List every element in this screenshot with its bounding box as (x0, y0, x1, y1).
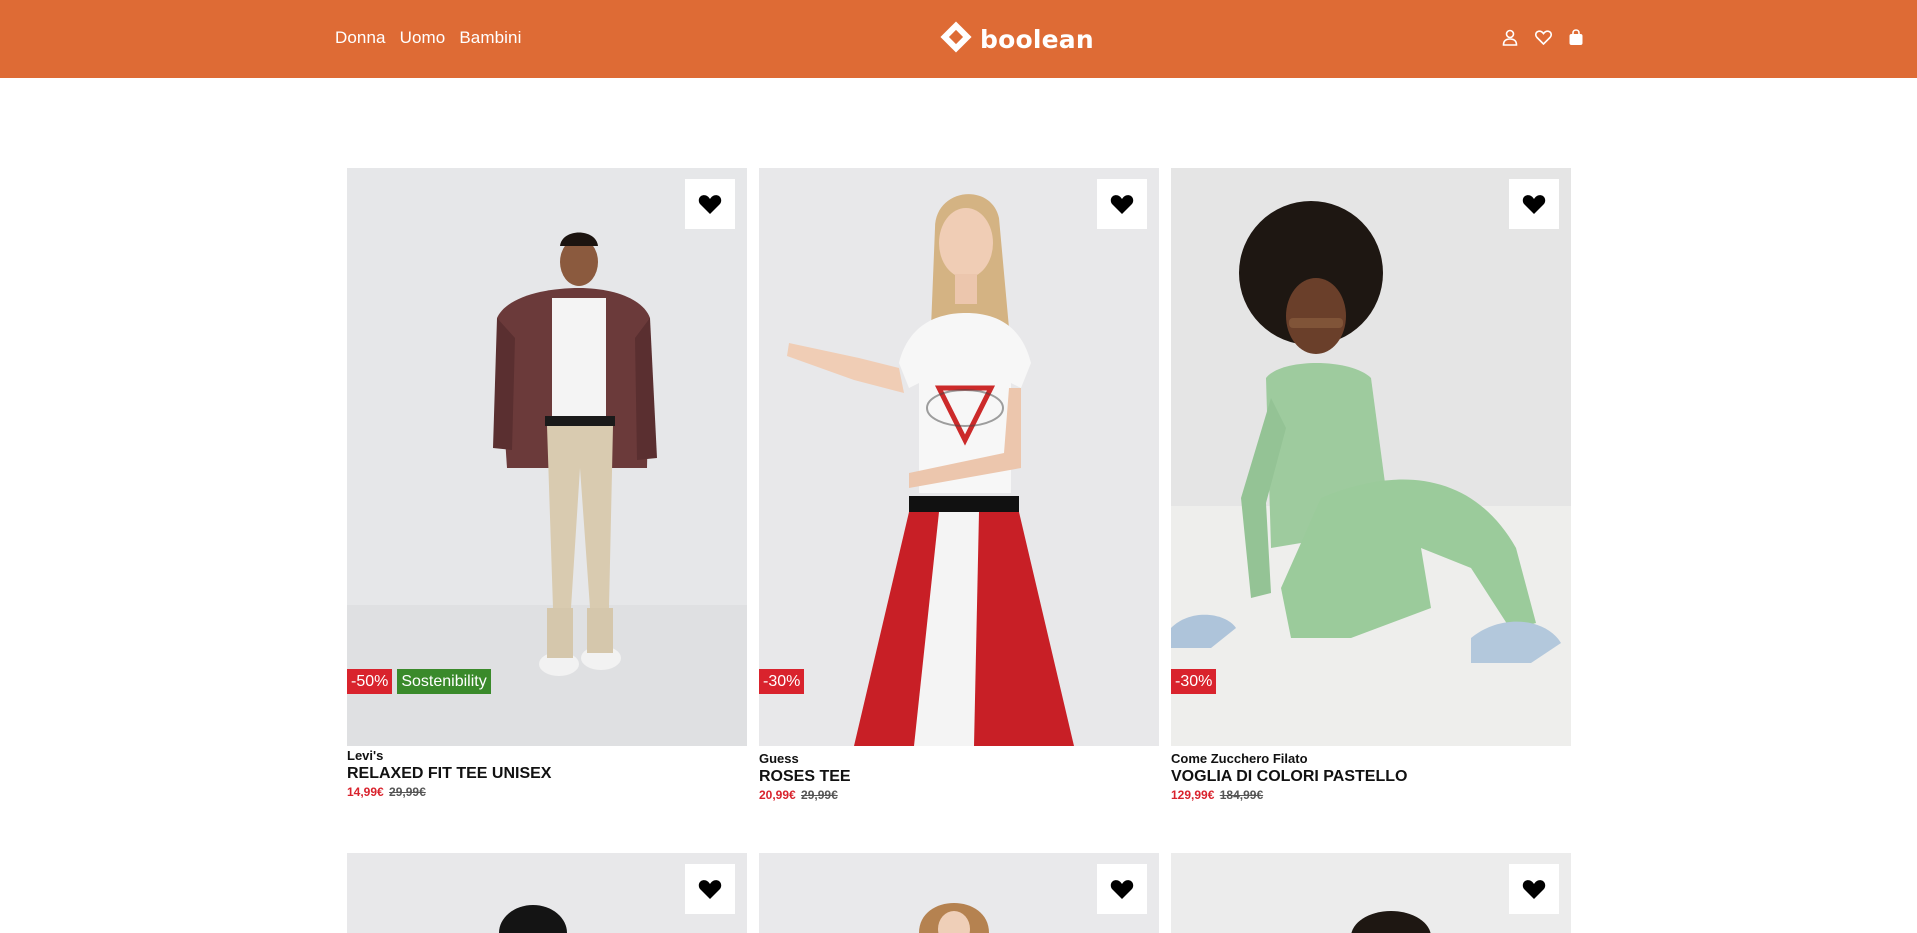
logo-text: boolean (980, 25, 1094, 54)
wishlist-button[interactable] (1097, 864, 1147, 914)
badges: -30% (759, 669, 805, 694)
product-prices: 129,99€ 184,99€ (1171, 787, 1571, 803)
nav-link-uomo[interactable]: Uomo (400, 28, 446, 48)
main-nav: Donna Uomo Bambini (335, 28, 521, 48)
product-brand: Levi's (347, 748, 384, 763)
wishlist-button[interactable] (685, 179, 735, 229)
original-price: 184,99€ (1219, 788, 1264, 802)
sale-price: 14,99€ (347, 785, 384, 799)
heart-icon (698, 879, 722, 899)
sale-price: 129,99€ (1171, 788, 1215, 802)
product-prices: 20,99€ 29,99€ (759, 787, 1159, 803)
product-card[interactable] (759, 853, 1159, 933)
product-image[interactable]: -50% Sostenibility (347, 168, 747, 746)
logo-diamond-icon (940, 21, 972, 58)
wishlist-button[interactable] (1509, 864, 1559, 914)
product-card[interactable]: -50% Sostenibility Levi's RELAXED FIT TE… (347, 168, 747, 800)
discount-badge: -30% (759, 669, 805, 694)
sale-price: 20,99€ (759, 788, 796, 802)
product-prices: 14,99€ 29,99€ (347, 784, 747, 800)
product-card[interactable]: -30% Come Zucchero Filato VOGLIA DI COLO… (1171, 168, 1571, 803)
shopping-bag-icon[interactable] (1567, 28, 1585, 46)
header-actions (1501, 28, 1585, 46)
sustainability-badge: Sostenibility (397, 669, 491, 694)
nav-link-bambini[interactable]: Bambini (459, 28, 521, 48)
discount-badge: -30% (1171, 669, 1217, 694)
original-price: 29,99€ (801, 788, 838, 802)
wishlist-button[interactable] (1509, 179, 1559, 229)
original-price: 29,99€ (389, 785, 426, 799)
product-card[interactable]: -30% Guess ROSES TEE 20,99€ 29,99€ (759, 168, 1159, 803)
site-logo[interactable]: boolean (940, 21, 1094, 58)
heart-icon[interactable] (1534, 28, 1552, 46)
heart-icon (698, 194, 722, 214)
product-card[interactable] (347, 853, 747, 933)
nav-link-donna[interactable]: Donna (335, 28, 386, 48)
heart-icon (1110, 879, 1134, 899)
product-image[interactable]: -30% (1171, 168, 1571, 746)
user-icon[interactable] (1501, 28, 1519, 46)
heart-icon (1522, 879, 1546, 899)
product-name[interactable]: ROSES TEE (759, 767, 1159, 786)
badges: -30% (1171, 669, 1217, 694)
discount-badge: -50% (347, 669, 393, 694)
product-brand: Come Zucchero Filato (1171, 751, 1308, 766)
wishlist-button[interactable] (1097, 179, 1147, 229)
product-card[interactable] (1171, 853, 1571, 933)
wishlist-button[interactable] (685, 864, 735, 914)
heart-icon (1110, 194, 1134, 214)
product-name[interactable]: VOGLIA DI COLORI PASTELLO (1171, 767, 1571, 786)
product-name[interactable]: RELAXED FIT TEE UNISEX (347, 764, 747, 783)
product-image[interactable]: -30% (759, 168, 1159, 746)
badges: -50% Sostenibility (347, 669, 491, 694)
site-header: Donna Uomo Bambini boolean (0, 0, 1917, 78)
heart-icon (1522, 194, 1546, 214)
product-brand: Guess (759, 751, 799, 766)
